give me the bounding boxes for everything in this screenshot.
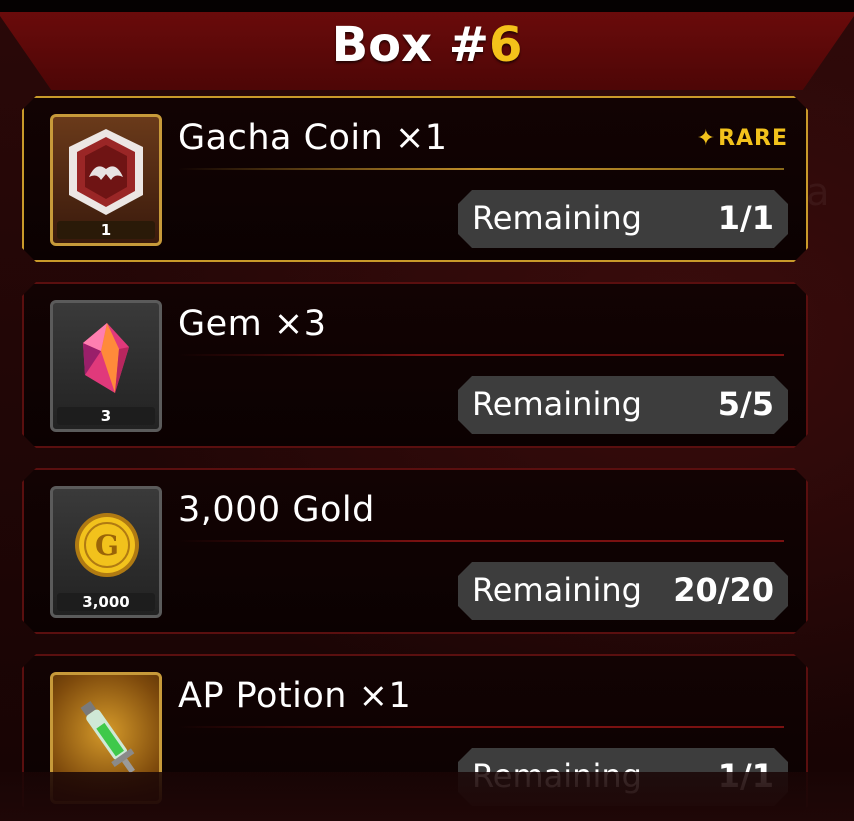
divider xyxy=(178,726,784,728)
remaining-label: Remaining xyxy=(472,385,642,423)
remaining-pill: Remaining 5/5 xyxy=(458,376,788,434)
remaining-count: 5/5 xyxy=(717,385,774,423)
item-name: Gem ×3 xyxy=(178,304,327,344)
gold-coin-icon: G xyxy=(73,511,141,583)
remaining-label: Remaining xyxy=(472,199,642,237)
item-card-gacha-coin[interactable]: 1 Gacha Coin ×1 ✦RARE Remaining 1/1 xyxy=(22,96,808,262)
sparkle-icon: ✦ xyxy=(696,126,717,151)
page-title: Box #6 xyxy=(0,14,854,76)
gacha-coin-icon xyxy=(63,125,149,225)
item-name: Gacha Coin ×1 xyxy=(178,118,448,158)
divider xyxy=(178,168,784,170)
item-card-gold[interactable]: G 3,000 3,000 Gold Remaining 20/20 xyxy=(22,468,808,634)
item-quantity: 3 xyxy=(57,407,155,425)
item-thumbnail: 1 xyxy=(50,114,162,246)
divider xyxy=(178,354,784,356)
title-prefix: Box # xyxy=(331,17,490,73)
bottom-overlay xyxy=(0,772,854,821)
remaining-label: Remaining xyxy=(472,571,642,609)
remaining-pill: Remaining 1/1 xyxy=(458,190,788,248)
item-quantity: 1 xyxy=(57,221,155,239)
rare-badge: ✦RARE xyxy=(697,126,788,151)
top-strip xyxy=(0,0,854,12)
item-card-gem[interactable]: 3 Gem ×3 Remaining 5/5 xyxy=(22,282,808,448)
item-thumbnail: 3 xyxy=(50,300,162,432)
divider xyxy=(178,540,784,542)
svg-text:G: G xyxy=(95,529,119,562)
remaining-count: 20/20 xyxy=(673,571,774,609)
rare-badge-label: RARE xyxy=(718,126,788,151)
gem-icon xyxy=(79,321,135,401)
item-quantity: 3,000 xyxy=(57,593,155,611)
item-name: 3,000 Gold xyxy=(178,490,375,530)
item-thumbnail: G 3,000 xyxy=(50,486,162,618)
remaining-count: 1/1 xyxy=(717,199,774,237)
title-number: 6 xyxy=(489,17,523,73)
remaining-pill: Remaining 20/20 xyxy=(458,562,788,620)
item-name: AP Potion ×1 xyxy=(178,676,412,716)
